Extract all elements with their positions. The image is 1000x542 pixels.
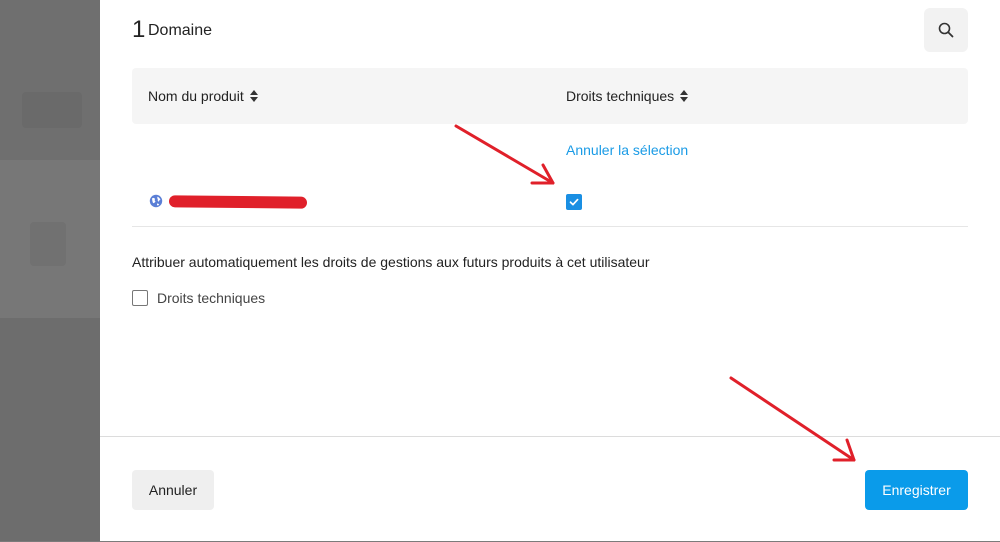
column-label: Droits techniques	[566, 88, 675, 104]
column-label: Nom du produit	[148, 88, 244, 104]
sort-icon	[680, 90, 689, 102]
save-button[interactable]: Enregistrer	[865, 470, 968, 510]
page-backdrop	[0, 0, 100, 541]
technical-rights-checkbox[interactable]	[566, 194, 582, 210]
backdrop-shape	[22, 92, 82, 128]
globe-icon	[149, 194, 163, 208]
search-button[interactable]	[924, 8, 968, 52]
sort-icon	[249, 90, 258, 102]
backdrop-block	[0, 0, 100, 160]
auto-assign-technical-rights[interactable]: Droits techniques	[132, 290, 265, 306]
clear-selection-link[interactable]: Annuler la sélection	[566, 142, 688, 158]
side-panel: 1 Domaine Nom du produit Droits techniqu…	[100, 0, 1000, 541]
cancel-button[interactable]: Annuler	[132, 470, 214, 510]
panel-title: Domaine	[148, 22, 213, 39]
auto-assign-checkbox[interactable]	[132, 290, 148, 306]
redacted-product-name	[168, 195, 308, 209]
backdrop-block	[0, 318, 100, 541]
search-icon	[938, 22, 954, 38]
column-header-product-name[interactable]: Nom du produit	[148, 88, 258, 104]
item-count: 1	[132, 16, 146, 43]
table-header: Nom du produit Droits techniques	[132, 68, 968, 124]
auto-assign-label: Attribuer automatiquement les droits de …	[132, 254, 650, 270]
column-header-technical-rights[interactable]: Droits techniques	[566, 88, 689, 104]
backdrop-shape	[30, 222, 66, 266]
checkmark-icon	[569, 198, 579, 206]
panel-header: 1 Domaine	[132, 8, 968, 52]
panel-footer: Annuler Enregistrer	[100, 436, 1000, 542]
table-row	[132, 178, 968, 227]
auto-assign-checkbox-label[interactable]: Droits techniques	[157, 290, 265, 306]
